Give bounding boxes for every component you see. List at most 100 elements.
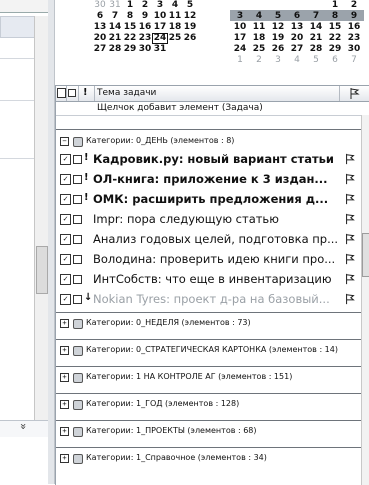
calendar-day[interactable]: 6	[92, 11, 108, 22]
flag-icon[interactable]	[344, 233, 356, 245]
calendar-day[interactable]: 9	[346, 11, 362, 22]
task-complete-checkbox[interactable]	[73, 155, 82, 164]
group-header[interactable]: + Категории: 1_ПРОЕКТЫ (элементов : 68)	[56, 424, 361, 438]
calendar-day[interactable]: 15	[327, 22, 343, 33]
calendar-day[interactable]: 1	[122, 0, 138, 11]
calendar-day[interactable]: 11	[251, 22, 267, 33]
calendar-day[interactable]: 30	[346, 44, 362, 55]
header-task-icon-col[interactable]	[56, 86, 67, 101]
calendar-day[interactable]: 17	[152, 22, 168, 33]
task-complete-checkbox[interactable]	[73, 275, 82, 284]
calendar-day[interactable]: 28	[107, 44, 123, 55]
collapse-icon[interactable]: −	[60, 137, 69, 146]
group-header-day[interactable]: − Категории: 0_ДЕНЬ (элементов : 8)	[56, 134, 361, 148]
calendar-day[interactable]: 29	[327, 44, 343, 55]
expand-icon[interactable]: +	[60, 319, 69, 328]
task-row[interactable]: ✓! ОЛ-книга: приложение к 3 издан...	[56, 170, 361, 189]
calendar-day[interactable]: 13	[289, 22, 305, 33]
calendar-day[interactable]: 3	[152, 0, 168, 11]
calendar-day[interactable]: 21	[107, 33, 123, 44]
calendar-day[interactable]: 7	[346, 55, 362, 66]
flag-icon[interactable]	[344, 193, 356, 205]
group-header[interactable]: + Категории: 0_НЕДЕЛЯ (элементов : 73)	[56, 316, 361, 330]
calendar-day[interactable]: 18	[167, 22, 183, 33]
calendar-day[interactable]: 20	[289, 33, 305, 44]
flag-icon[interactable]	[344, 173, 356, 185]
calendar-day[interactable]: 14	[308, 22, 324, 33]
expand-icon[interactable]: +	[60, 373, 69, 382]
task-complete-checkbox[interactable]	[73, 175, 82, 184]
calendar-day[interactable]: 30	[92, 0, 108, 11]
task-complete-checkbox[interactable]	[73, 235, 82, 244]
left-scroll-thumb[interactable]	[36, 246, 48, 294]
calendar-day[interactable]: 3	[232, 11, 248, 22]
expand-icon[interactable]: +	[60, 427, 69, 436]
flag-icon[interactable]	[344, 253, 356, 265]
flag-icon[interactable]	[344, 273, 356, 285]
header-flag-col[interactable]	[339, 86, 369, 101]
calendar-day[interactable]: 25	[167, 33, 183, 44]
calendar-day-today[interactable]: 24	[152, 33, 168, 44]
flag-icon[interactable]	[344, 213, 356, 225]
calendar-day[interactable]: 7	[308, 11, 324, 22]
calendar-day[interactable]: 15	[122, 22, 138, 33]
calendar-day[interactable]: 6	[327, 55, 343, 66]
calendar-day[interactable]: 1	[327, 0, 343, 11]
task-row[interactable]: ✓! Кадровик.ру: новый вариант статьи	[56, 150, 361, 169]
calendar-day[interactable]: 1	[232, 55, 248, 66]
calendar-day[interactable]: 30	[137, 44, 153, 55]
calendar-day[interactable]: 28	[308, 44, 324, 55]
calendar-day[interactable]: 2	[137, 0, 153, 11]
calendar-day[interactable]: 29	[122, 44, 138, 55]
calendar-day[interactable]: 5	[270, 11, 286, 22]
header-subject-label[interactable]: Тема задачи	[97, 88, 156, 98]
calendar-day[interactable]: 10	[152, 11, 168, 22]
group-header[interactable]: + Категории: 1_ГОД (элементов : 128)	[56, 397, 361, 411]
calendar-day[interactable]: 5	[308, 55, 324, 66]
expand-icon[interactable]: +	[60, 400, 69, 409]
calendar-day[interactable]: 12	[270, 22, 286, 33]
calendar-day[interactable]: 17	[232, 33, 248, 44]
calendar-day[interactable]: 7	[107, 11, 123, 22]
calendar-day[interactable]: 23	[346, 33, 362, 44]
calendar-day[interactable]: 22	[327, 33, 343, 44]
group-header[interactable]: + Категории: 1_Справочное (элементов : 34…	[56, 451, 361, 465]
click-to-add-task[interactable]: Щелчок добавит элемент (Задача)	[56, 102, 369, 116]
calendar-day[interactable]: 9	[137, 11, 153, 22]
calendar-day[interactable]: 18	[251, 33, 267, 44]
calendar-day[interactable]: 5	[182, 0, 198, 11]
calendar-day[interactable]: 4	[289, 55, 305, 66]
calendar-day[interactable]: 19	[270, 33, 286, 44]
calendar-day[interactable]: 22	[122, 33, 138, 44]
calendar-day[interactable]: 16	[137, 22, 153, 33]
group-header[interactable]: + Категории: 0_СТРАТЕГИЧЕСКАЯ КАРТОНКА (э…	[56, 343, 361, 357]
task-complete-checkbox[interactable]	[73, 295, 82, 304]
task-complete-checkbox[interactable]	[73, 195, 82, 204]
calendar-day[interactable]: 12	[182, 11, 198, 22]
calendar-day[interactable]: 20	[92, 33, 108, 44]
calendar-day[interactable]: 4	[167, 0, 183, 11]
calendar-day[interactable]: 16	[346, 22, 362, 33]
calendar-day[interactable]: 4	[251, 11, 267, 22]
calendar-day[interactable]: 27	[289, 44, 305, 55]
task-complete-checkbox[interactable]	[73, 255, 82, 264]
calendar-day[interactable]: 23	[137, 33, 153, 44]
calendar-day[interactable]: 13	[92, 22, 108, 33]
calendar-day[interactable]: 31	[152, 44, 168, 55]
task-scroll-thumb[interactable]	[362, 233, 369, 277]
task-row[interactable]: ✓ ИнтСобств: что еще в инвентаризацию	[56, 270, 361, 289]
calendar-day[interactable]: 11	[167, 11, 183, 22]
calendar-day[interactable]: 2	[251, 55, 267, 66]
expand-icon[interactable]: +	[60, 454, 69, 463]
expand-icon[interactable]: +	[60, 346, 69, 355]
flag-icon[interactable]	[344, 153, 356, 165]
calendar-day[interactable]: 2	[346, 0, 362, 11]
calendar-day[interactable]: 26	[182, 33, 198, 44]
calendar-day[interactable]: 24	[232, 44, 248, 55]
calendar-day[interactable]: 21	[308, 33, 324, 44]
calendar-day[interactable]: 14	[107, 22, 123, 33]
task-row[interactable]: ✓ ↓ Nokian Tyres: проект д-ра на базовый..…	[56, 290, 361, 309]
task-list-scrollbar[interactable]	[361, 115, 369, 485]
task-row[interactable]: ✓ Impr: пора следующую статью	[56, 210, 361, 229]
header-importance-col[interactable]: !	[79, 86, 95, 101]
